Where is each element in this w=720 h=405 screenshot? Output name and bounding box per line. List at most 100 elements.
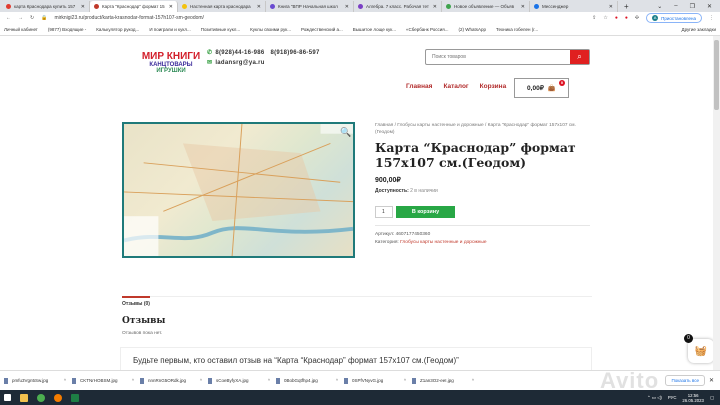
chevron-up-icon[interactable]: ^ bbox=[404, 378, 406, 383]
divider bbox=[375, 225, 590, 226]
extension-icon[interactable]: ● bbox=[625, 15, 628, 21]
close-tab-icon[interactable]: ✕ bbox=[521, 4, 525, 10]
close-icon[interactable]: ✕ bbox=[709, 377, 714, 384]
download-item[interactable]: nnnRnG5ORdk.jpg ^ bbox=[140, 377, 208, 384]
tab-search-icon[interactable]: ⌄ bbox=[657, 3, 662, 10]
tab-title: Карта "Краснодар" формат 15 bbox=[102, 4, 165, 9]
share-icon[interactable]: ⇪ bbox=[592, 15, 596, 21]
bookmark-item[interactable]: Позитивные кукл... bbox=[201, 27, 240, 32]
search-input[interactable] bbox=[426, 50, 570, 64]
category-link[interactable]: Глобусы карты настенные и дорожные bbox=[400, 240, 486, 245]
show-all-downloads-button[interactable]: Показать все bbox=[665, 375, 705, 386]
browser-tab-strip: карта Краснодара купить 157 ✕ Карта "Красн… bbox=[0, 0, 720, 12]
language-indicator[interactable]: РУС bbox=[668, 395, 677, 400]
minimize-icon[interactable]: – bbox=[674, 3, 677, 10]
header-cart-button[interactable]: 0,00₽ 👜 0 bbox=[514, 78, 569, 98]
nav-cart[interactable]: Корзина bbox=[480, 83, 507, 90]
nav-home[interactable]: Главная bbox=[406, 83, 432, 90]
sku-label: Артикул: bbox=[375, 232, 395, 237]
windows-start-icon[interactable] bbox=[4, 394, 11, 401]
download-filename: Z1an3O2-eeI.jpg bbox=[420, 378, 454, 383]
close-tab-icon[interactable]: ✕ bbox=[609, 4, 613, 10]
bookmark-item[interactable]: (2) WhatsApp bbox=[458, 27, 486, 32]
browser-tab[interactable]: Новое объявление — Объяв ✕ bbox=[442, 1, 530, 12]
bookmark-item[interactable]: Личный кабинет bbox=[4, 27, 38, 32]
quantity-input[interactable]: 1 bbox=[375, 206, 393, 218]
excel-icon[interactable] bbox=[71, 393, 79, 402]
url-field[interactable]: mirknigi23.ru/product/karta-krasnodar-fo… bbox=[54, 15, 585, 21]
close-tab-icon[interactable]: ✕ bbox=[169, 4, 173, 10]
chevron-up-icon[interactable]: ^ bbox=[268, 378, 270, 383]
puzzle-icon[interactable]: ✣ bbox=[635, 15, 639, 21]
star-icon[interactable]: ☆ bbox=[603, 15, 607, 21]
profile-button[interactable]: А Приостановлена bbox=[646, 13, 702, 23]
bookmark-item[interactable]: Рождественский а... bbox=[301, 27, 343, 32]
bookmark-item[interactable]: И поиграли и кукл... bbox=[149, 27, 190, 32]
browser-tab[interactable]: Книга "ВПР Начальная школ ✕ bbox=[266, 1, 354, 12]
chevron-up-icon[interactable]: ^ bbox=[132, 378, 134, 383]
close-tab-icon[interactable]: ✕ bbox=[81, 4, 85, 10]
app-icon[interactable] bbox=[54, 393, 62, 402]
bookmark-item[interactable]: (9877) Входящие - bbox=[48, 27, 86, 32]
close-tab-icon[interactable]: ✕ bbox=[433, 4, 437, 10]
download-item[interactable]: 0SPfVNyvG.jpg ^ bbox=[344, 377, 412, 384]
browser-tab[interactable]: карта Краснодара купить 157 ✕ bbox=[2, 1, 90, 12]
scrollbar-thumb[interactable] bbox=[714, 40, 719, 110]
bookmark-item[interactable]: Техника гобелен (г... bbox=[496, 27, 538, 32]
add-to-cart-button[interactable]: В корзину bbox=[396, 206, 455, 218]
forward-icon[interactable]: → bbox=[18, 15, 23, 21]
bookmark-item[interactable]: Куклы своими рук... bbox=[250, 27, 291, 32]
bookmark-item[interactable]: Калькулятор рукод... bbox=[96, 27, 139, 32]
chevron-up-icon[interactable]: ^ bbox=[64, 378, 66, 383]
bookmark-item[interactable]: «Сбербанк Россия... bbox=[406, 27, 448, 32]
chevron-up-icon[interactable]: ^ bbox=[472, 378, 474, 383]
chevron-up-icon[interactable]: ^ bbox=[336, 378, 338, 383]
chevron-up-icon[interactable]: ^ bbox=[200, 378, 202, 383]
other-bookmarks[interactable]: Другие закладки bbox=[682, 27, 716, 32]
email-link[interactable]: ladansrg@ya.ru bbox=[215, 60, 264, 66]
restore-icon[interactable]: ❐ bbox=[690, 3, 695, 10]
chrome-icon[interactable] bbox=[37, 393, 45, 402]
download-item[interactable]: pmfu3Vgn5Sw.jpg ^ bbox=[4, 377, 72, 384]
download-item[interactable]: Z1an3O2-eeI.jpg ^ bbox=[412, 377, 480, 384]
browser-tab[interactable]: Настенная карта краснодара ✕ bbox=[178, 1, 266, 12]
network-icon[interactable]: ⌃ ▭ ◁) bbox=[647, 395, 662, 401]
mail-icon: ✉ bbox=[207, 60, 213, 66]
download-item[interactable]: CKTNrHOBSM.jpg ^ bbox=[72, 377, 140, 384]
nav-catalog[interactable]: Каталог bbox=[443, 83, 468, 90]
browser-tab[interactable]: Алгебра. 7 класс. Рабочая тет ✕ bbox=[354, 1, 442, 12]
basket-icon: 🧺 bbox=[694, 345, 708, 357]
favicon-icon bbox=[182, 4, 187, 9]
menu-icon[interactable]: ⋮ bbox=[709, 15, 714, 21]
extension-icon[interactable]: ● bbox=[615, 15, 618, 21]
breadcrumb[interactable]: Главная / Глобусы карты настенные и доро… bbox=[375, 122, 590, 136]
window-controls: ⌄ – ❐ ✕ bbox=[657, 3, 720, 10]
close-tab-icon[interactable]: ✕ bbox=[257, 4, 261, 10]
back-icon[interactable]: ← bbox=[6, 15, 11, 21]
close-tab-icon[interactable]: ✕ bbox=[345, 4, 349, 10]
no-reviews-text: Отзывов пока нет. bbox=[122, 331, 163, 336]
image-file-icon bbox=[208, 377, 212, 384]
file-explorer-icon[interactable] bbox=[20, 393, 28, 402]
lock-icon[interactable]: 🔒 bbox=[41, 15, 47, 21]
reload-icon[interactable]: ↻ bbox=[30, 15, 34, 21]
floating-cart-button[interactable]: 🧺 0 bbox=[684, 334, 714, 363]
availability: Доступность: 2 в наличии bbox=[375, 188, 438, 194]
product-image-map[interactable] bbox=[122, 122, 355, 258]
notifications-icon[interactable]: ▢ bbox=[710, 395, 714, 401]
new-tab-icon[interactable]: + bbox=[624, 2, 629, 11]
browser-tab[interactable]: Мессенджер ✕ bbox=[530, 1, 618, 12]
clock[interactable]: 12:56 26.05.2023 bbox=[682, 393, 704, 403]
site-logo[interactable]: МИР КНИГИ КАНЦТОВАРЫ ИГРУШКИ bbox=[140, 44, 202, 84]
download-item[interactable]: sCoeByfyXA.jpg ^ bbox=[208, 377, 276, 384]
favicon-icon bbox=[6, 4, 11, 9]
tab-reviews[interactable]: Отзывы (0) bbox=[122, 296, 150, 307]
zoom-magnifier-icon[interactable]: 🔍 bbox=[340, 127, 351, 138]
search-button[interactable]: ⌕ bbox=[570, 50, 589, 64]
download-item[interactable]: 0BobGqtfhp4.jpg ^ bbox=[276, 377, 344, 384]
bookmark-item[interactable]: Вышитое лоще кук... bbox=[353, 27, 396, 32]
product-meta: Артикул: 4607177450360 Категория: Глобус… bbox=[375, 231, 487, 247]
tab-title: карта Краснодара купить 157 bbox=[14, 4, 76, 9]
close-window-icon[interactable]: ✕ bbox=[707, 3, 712, 10]
browser-tab[interactable]: Карта "Краснодар" формат 15 ✕ bbox=[90, 1, 178, 12]
